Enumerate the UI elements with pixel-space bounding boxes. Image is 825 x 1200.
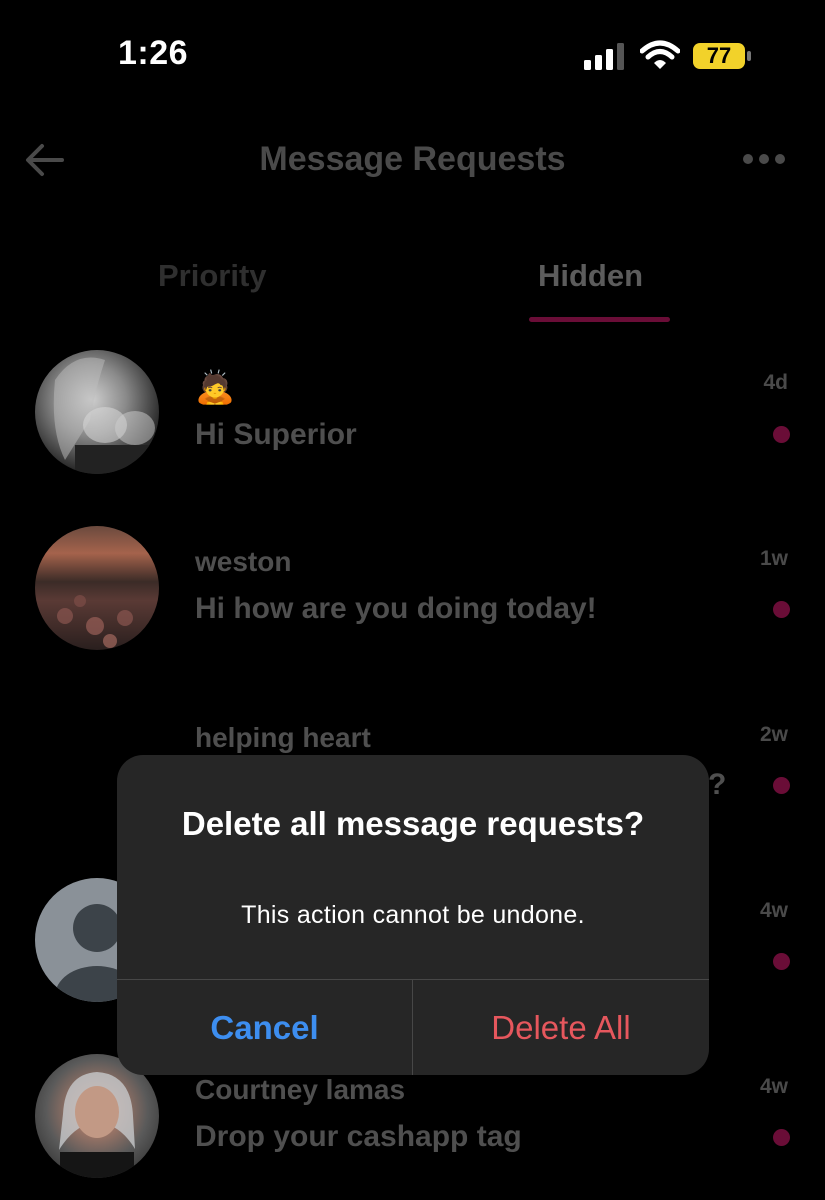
sender-name: Courtney lamas [195, 1074, 406, 1105]
unread-dot [773, 953, 790, 970]
list-item[interactable]: weston Hi how are you doing today! 1w [0, 516, 825, 666]
tab-hidden[interactable]: Hidden [538, 258, 643, 294]
page-title: Message Requests [259, 140, 566, 178]
timestamp: 4w [759, 899, 788, 922]
sender-name: helping heart [195, 722, 371, 753]
cellular-signal-icon [584, 43, 624, 70]
timestamp: 4d [763, 371, 788, 394]
wifi-icon [640, 40, 680, 69]
more-options-icon[interactable] [742, 152, 786, 166]
message-preview: Hi Superior [195, 418, 357, 451]
unread-dot [773, 601, 790, 618]
avatar-image [53, 357, 155, 474]
tab-priority[interactable]: Priority [158, 258, 267, 294]
cancel-button[interactable]: Cancel [117, 980, 412, 1075]
unread-dot [773, 777, 790, 794]
battery-level: 77 [706, 43, 732, 68]
message-preview: ? [708, 768, 727, 801]
dialog-message: This action cannot be undone. [241, 901, 585, 929]
unread-dot [773, 426, 790, 443]
timestamp: 4w [759, 1075, 788, 1098]
tab-selected-indicator [529, 317, 670, 322]
message-preview: Hi how are you doing today! [195, 592, 597, 625]
avatar [35, 350, 159, 474]
sender-name: 🙇 [195, 369, 235, 405]
timestamp: 2w [759, 723, 788, 746]
timestamp: 1w [759, 547, 788, 570]
list-item[interactable]: 🙇 Hi Superior 4d [0, 340, 825, 490]
avatar [35, 526, 159, 650]
unread-dot [773, 1129, 790, 1146]
avatar-image [57, 595, 133, 648]
delete-all-button[interactable]: Delete All [413, 980, 709, 1075]
dialog-title: Delete all message requests? [181, 805, 645, 842]
delete-confirmation-dialog: Delete all message requests? This action… [117, 755, 709, 1075]
message-preview: Drop your cashapp tag [195, 1120, 522, 1153]
status-time: 1:26 [118, 34, 189, 72]
sender-name: weston [195, 546, 292, 577]
battery-indicator: 77 [692, 42, 754, 70]
